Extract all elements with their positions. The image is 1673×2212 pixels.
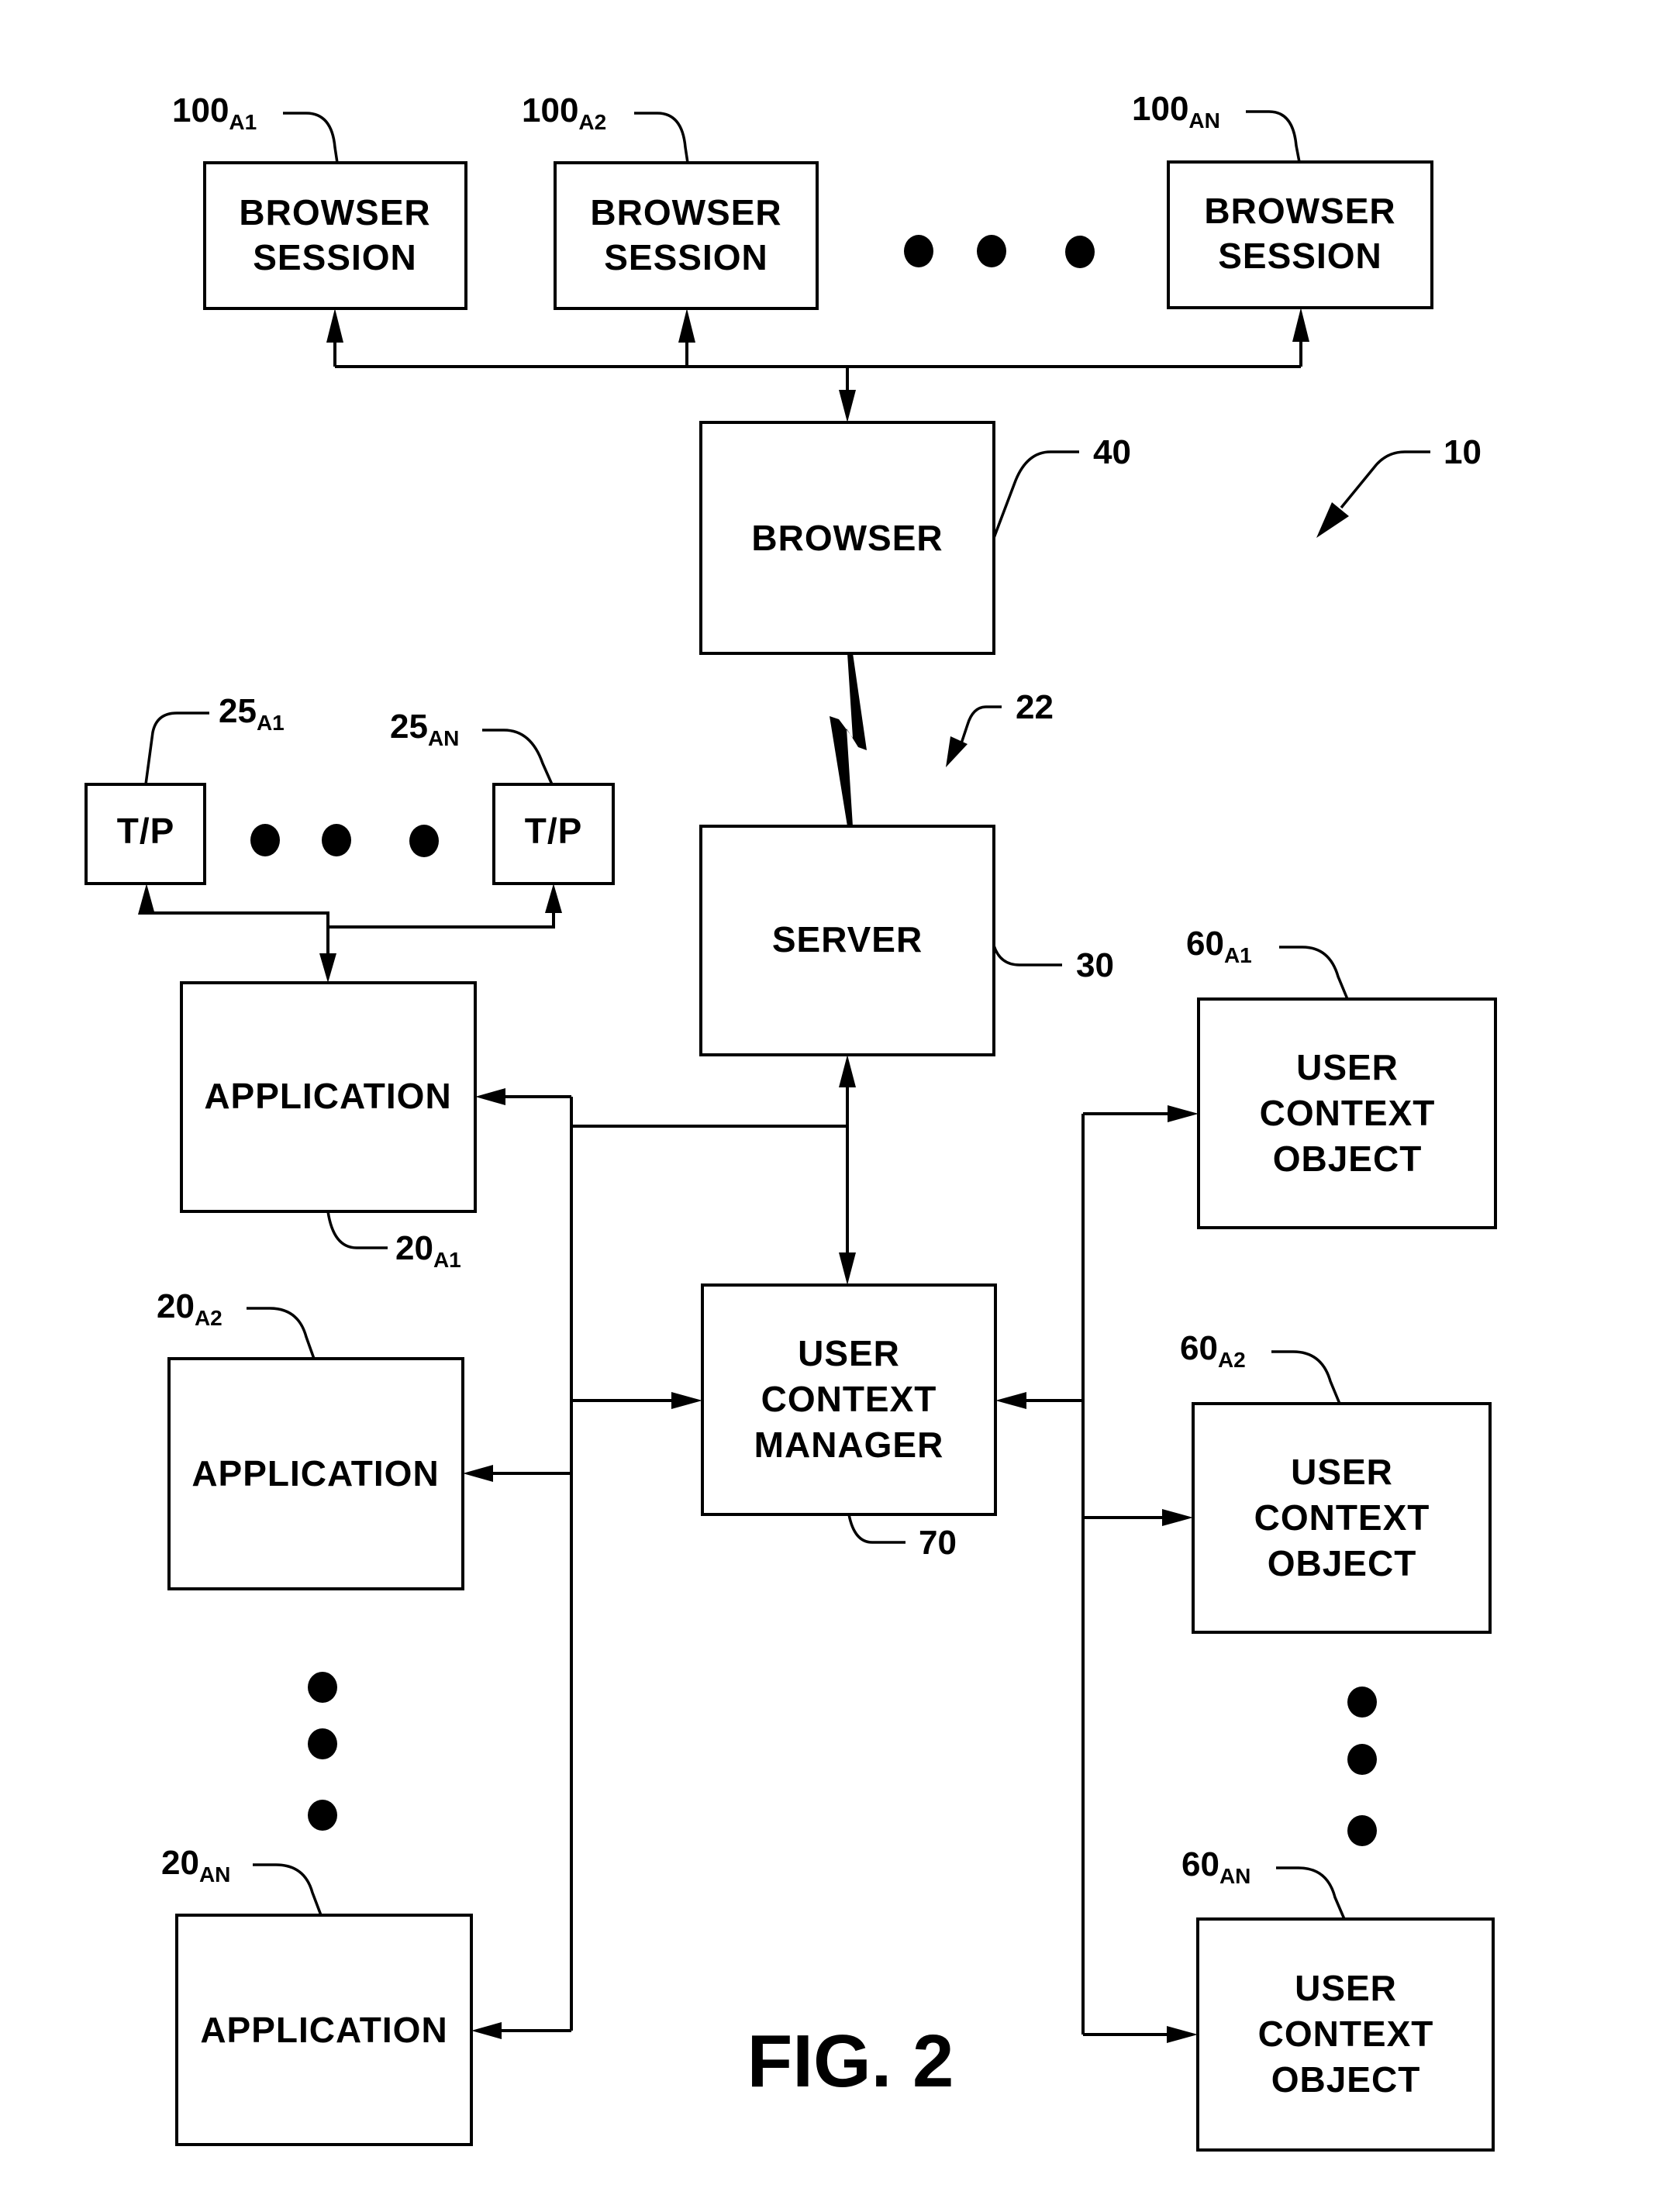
tp-an-box: T/P — [492, 783, 615, 885]
browser-session-an: BROWSER SESSION — [1167, 160, 1433, 309]
user-context-manager-box: USER CONTEXT MANAGER — [701, 1283, 997, 1516]
ref-label-60-an: 60AN — [1181, 1845, 1346, 1920]
browser-label: BROWSER — [751, 518, 943, 558]
uco-an-line3: OBJECT — [1271, 2059, 1421, 2100]
svg-text:60A1: 60A1 — [1186, 925, 1252, 967]
server-label: SERVER — [772, 919, 923, 960]
tp-application-connector — [138, 884, 562, 983]
application-a2-box: APPLICATION — [167, 1357, 464, 1590]
browser-session-a2-line1: BROWSER — [590, 192, 781, 233]
application-a1-box: APPLICATION — [180, 981, 477, 1213]
user-context-object-bus — [995, 1105, 1199, 2043]
tp-a1-label: T/P — [117, 811, 175, 851]
ucm-line3: MANAGER — [754, 1425, 944, 1465]
server-ucm-connector — [571, 1055, 856, 1285]
user-context-object-a2-box: USER CONTEXT OBJECT — [1192, 1402, 1492, 1634]
ucm-line1: USER — [798, 1333, 900, 1373]
svg-text:10: 10 — [1444, 433, 1482, 471]
tp-an-label: T/P — [525, 811, 583, 851]
ref-label-30: 30 — [992, 945, 1114, 984]
ref-label-100-a2: 100A2 — [522, 91, 689, 164]
ellipsis-user-context-objects — [1347, 1687, 1377, 1846]
application-an-label: APPLICATION — [200, 2010, 447, 2050]
browser-session-a2-line2: SESSION — [604, 237, 768, 277]
ref-label-10: 10 — [1316, 433, 1482, 538]
ref-label-22: 22 — [946, 688, 1054, 767]
server-box: SERVER — [699, 825, 995, 1056]
uco-a2-line2: CONTEXT — [1254, 1497, 1430, 1538]
ucm-line2: CONTEXT — [761, 1379, 937, 1419]
network-link-lightning — [830, 653, 867, 826]
svg-text:100A1: 100A1 — [172, 91, 257, 134]
svg-text:20A1: 20A1 — [395, 1229, 461, 1272]
browser-session-a1-line1: BROWSER — [239, 192, 430, 233]
uco-a2-line1: USER — [1291, 1452, 1393, 1492]
svg-text:30: 30 — [1076, 946, 1114, 984]
application-a1-label: APPLICATION — [204, 1076, 451, 1116]
svg-text:40: 40 — [1093, 433, 1131, 471]
ref-label-20-an: 20AN — [161, 1844, 323, 1916]
svg-text:25A1: 25A1 — [219, 692, 285, 735]
user-context-object-an-box: USER CONTEXT OBJECT — [1196, 1917, 1495, 2152]
uco-a1-line3: OBJECT — [1273, 1139, 1423, 1179]
browser-session-bus — [326, 308, 1309, 422]
uco-a2-line3: OBJECT — [1268, 1543, 1417, 1583]
svg-text:100AN: 100AN — [1132, 90, 1220, 133]
tp-a1-box: T/P — [85, 783, 206, 885]
svg-text:25AN: 25AN — [390, 708, 459, 750]
ref-label-60-a2: 60A2 — [1180, 1329, 1341, 1404]
ref-label-70: 70 — [847, 1514, 957, 1562]
uco-a1-line1: USER — [1296, 1047, 1399, 1087]
ref-label-100-a1: 100A1 — [172, 91, 339, 164]
browser-session-a2: BROWSER SESSION — [554, 161, 819, 310]
user-context-object-a1-box: USER CONTEXT OBJECT — [1197, 997, 1497, 1229]
ref-label-20-a2: 20A2 — [157, 1287, 316, 1359]
browser-session-an-line2: SESSION — [1218, 236, 1382, 276]
uco-an-line1: USER — [1295, 1968, 1397, 2008]
svg-text:20A2: 20A2 — [157, 1287, 222, 1330]
application-bus — [463, 1088, 702, 2039]
browser-session-a1-line2: SESSION — [253, 237, 417, 277]
ref-label-25-a1: 25A1 — [144, 692, 285, 785]
uco-an-line2: CONTEXT — [1258, 2014, 1434, 2054]
application-a2-label: APPLICATION — [191, 1453, 439, 1494]
svg-text:100A2: 100A2 — [522, 91, 606, 134]
svg-text:60A2: 60A2 — [1180, 1329, 1246, 1372]
ellipsis-applications — [308, 1672, 337, 1831]
svg-text:20AN: 20AN — [161, 1844, 230, 1886]
svg-text:60AN: 60AN — [1181, 1845, 1250, 1888]
figure-title: FIG. 2 — [747, 2020, 954, 2103]
browser-box: BROWSER — [699, 421, 995, 655]
ellipsis-tp — [250, 824, 439, 857]
ref-label-100-an: 100AN — [1132, 90, 1301, 163]
ellipsis-browser-sessions — [904, 235, 1095, 268]
ref-label-40: 40 — [992, 433, 1131, 539]
svg-text:22: 22 — [1016, 688, 1054, 726]
application-an-box: APPLICATION — [175, 1914, 473, 2146]
patent-diagram: BROWSER SESSION BROWSER SESSION BROWSER … — [85, 90, 1497, 2152]
browser-session-an-line1: BROWSER — [1204, 191, 1395, 231]
ref-label-60-a1: 60A1 — [1186, 925, 1349, 1000]
browser-session-a1: BROWSER SESSION — [203, 161, 467, 310]
ref-label-20-a1: 20A1 — [326, 1211, 461, 1272]
svg-text:70: 70 — [919, 1524, 957, 1562]
ref-label-25-an: 25AN — [390, 708, 554, 785]
uco-a1-line2: CONTEXT — [1260, 1093, 1436, 1133]
